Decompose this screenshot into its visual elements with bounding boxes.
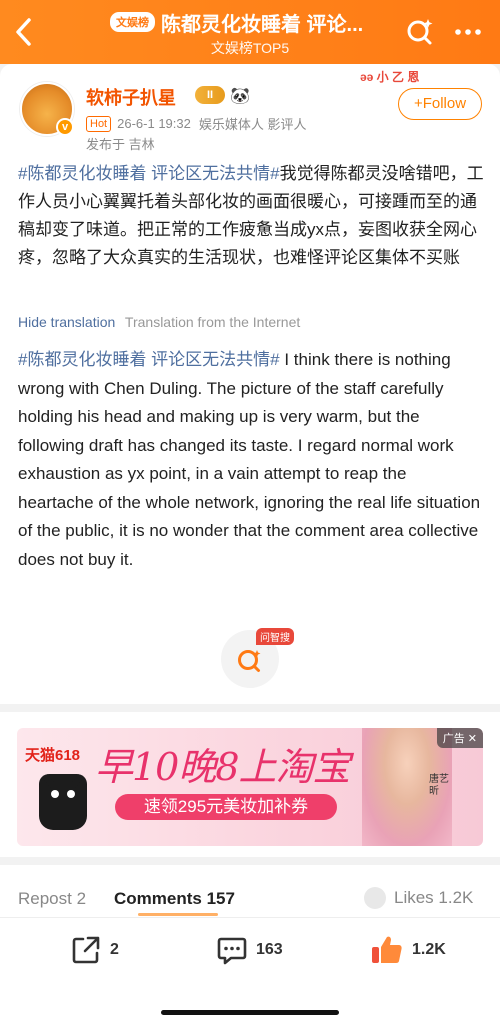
post-content-chinese: #陈都灵化妆睡着 评论区无法共情#我觉得陈都灵没啥错吧，工作人员小心翼翼托着头部… (18, 160, 484, 272)
thumbs-up-icon (372, 936, 402, 963)
ranking-badge: 文娱榜 (110, 12, 155, 32)
post-body-english: I think there is nothing wrong with Chen… (18, 350, 481, 569)
comment-count: 163 (256, 941, 283, 958)
ad-banner[interactable]: 天猫618 早10晚8上淘宝 速领295元美妆加补券 唐艺昕 广告 ✕ (17, 728, 483, 846)
share-count: 2 (110, 941, 119, 958)
follow-button[interactable]: +Follow (398, 88, 482, 120)
bottom-action-bar: 2 163 1.2K (0, 917, 500, 1024)
author-tags: 娱乐媒体人 影评人 (198, 117, 307, 132)
tab-repost[interactable]: Repost 2 (18, 889, 86, 909)
hide-translation-link[interactable]: Hide translation (18, 314, 115, 330)
vip-badge[interactable]: II (195, 86, 225, 104)
page-title: 陈都灵化妆睡着 评论... (161, 13, 364, 36)
ad-headline: 早10晚8上淘宝 (95, 745, 351, 789)
header-title-row: 文娱榜 陈都灵化妆睡着 评论... (110, 8, 400, 36)
search-sparkle-icon (407, 19, 433, 45)
tab-likes[interactable]: Likes 1.2K (364, 887, 473, 909)
hot-badge: Hot (86, 115, 112, 132)
likes-label: Likes 1.2K (394, 888, 474, 907)
top-header: 文娱榜 陈都灵化妆睡着 评论... 文娱榜TOP5 (0, 0, 500, 64)
more-button[interactable] (452, 16, 484, 48)
comment-icon (217, 937, 247, 965)
like-count: 1.2K (412, 941, 446, 958)
home-indicator (161, 1010, 339, 1015)
search-button[interactable] (404, 16, 436, 48)
ad-model-name: 唐艺昕 (429, 774, 449, 797)
ad-cta-button[interactable]: 速领295元美妆加补券 (115, 794, 337, 820)
translation-bar: Hide translation Translation from the In… (18, 314, 300, 330)
ad-section: 天猫618 早10晚8上淘宝 速领295元美妆加补券 唐艺昕 广告 ✕ (0, 712, 500, 857)
post-content-english: #陈都灵化妆睡着 评论区无法共情# I think there is nothi… (18, 346, 484, 574)
hashtag-link-translated[interactable]: #陈都灵化妆睡着 评论区无法共情# (18, 350, 280, 369)
post-meta: Hot 26-6-1 19:32 娱乐媒体人 影评人 (86, 114, 306, 133)
like-button[interactable]: 1.2K (370, 934, 446, 966)
panda-icon: 🐼 (230, 88, 250, 105)
verified-icon: v (56, 118, 74, 136)
avatar[interactable]: v (20, 82, 74, 136)
tab-comments[interactable]: Comments 157 (114, 889, 235, 909)
tmall-cat-mascot (39, 774, 87, 830)
ad-close-label[interactable]: 广告 ✕ (436, 728, 483, 748)
ad-brand: 天猫618 (25, 747, 81, 764)
translation-source: Translation from the Internet (124, 314, 301, 330)
post-card: v 软柿子扒星 II 🐼 ǝǝ 小 乙 恩 +Follow Hot 26-6-1… (0, 64, 500, 704)
ai-search-label: 问智搜 (256, 628, 294, 645)
liker-avatar (364, 887, 386, 909)
post-timestamp: 26-6-1 19:32 (117, 116, 191, 131)
username[interactable]: 软柿子扒星 (86, 84, 176, 110)
share-icon (72, 936, 100, 964)
comment-button[interactable]: 163 (216, 934, 283, 966)
more-dots-icon (455, 29, 481, 35)
interaction-tabs: Repost 2 Comments 157 Likes 1.2K (0, 865, 500, 917)
active-tab-indicator (138, 913, 218, 916)
decoration-sticker: ǝǝ 小 乙 恩 (360, 70, 420, 84)
hashtag-link[interactable]: #陈都灵化妆睡着 评论区无法共情# (18, 164, 280, 183)
published-location: 发布于 吉林 (86, 137, 155, 152)
share-button[interactable]: 2 (70, 934, 119, 966)
